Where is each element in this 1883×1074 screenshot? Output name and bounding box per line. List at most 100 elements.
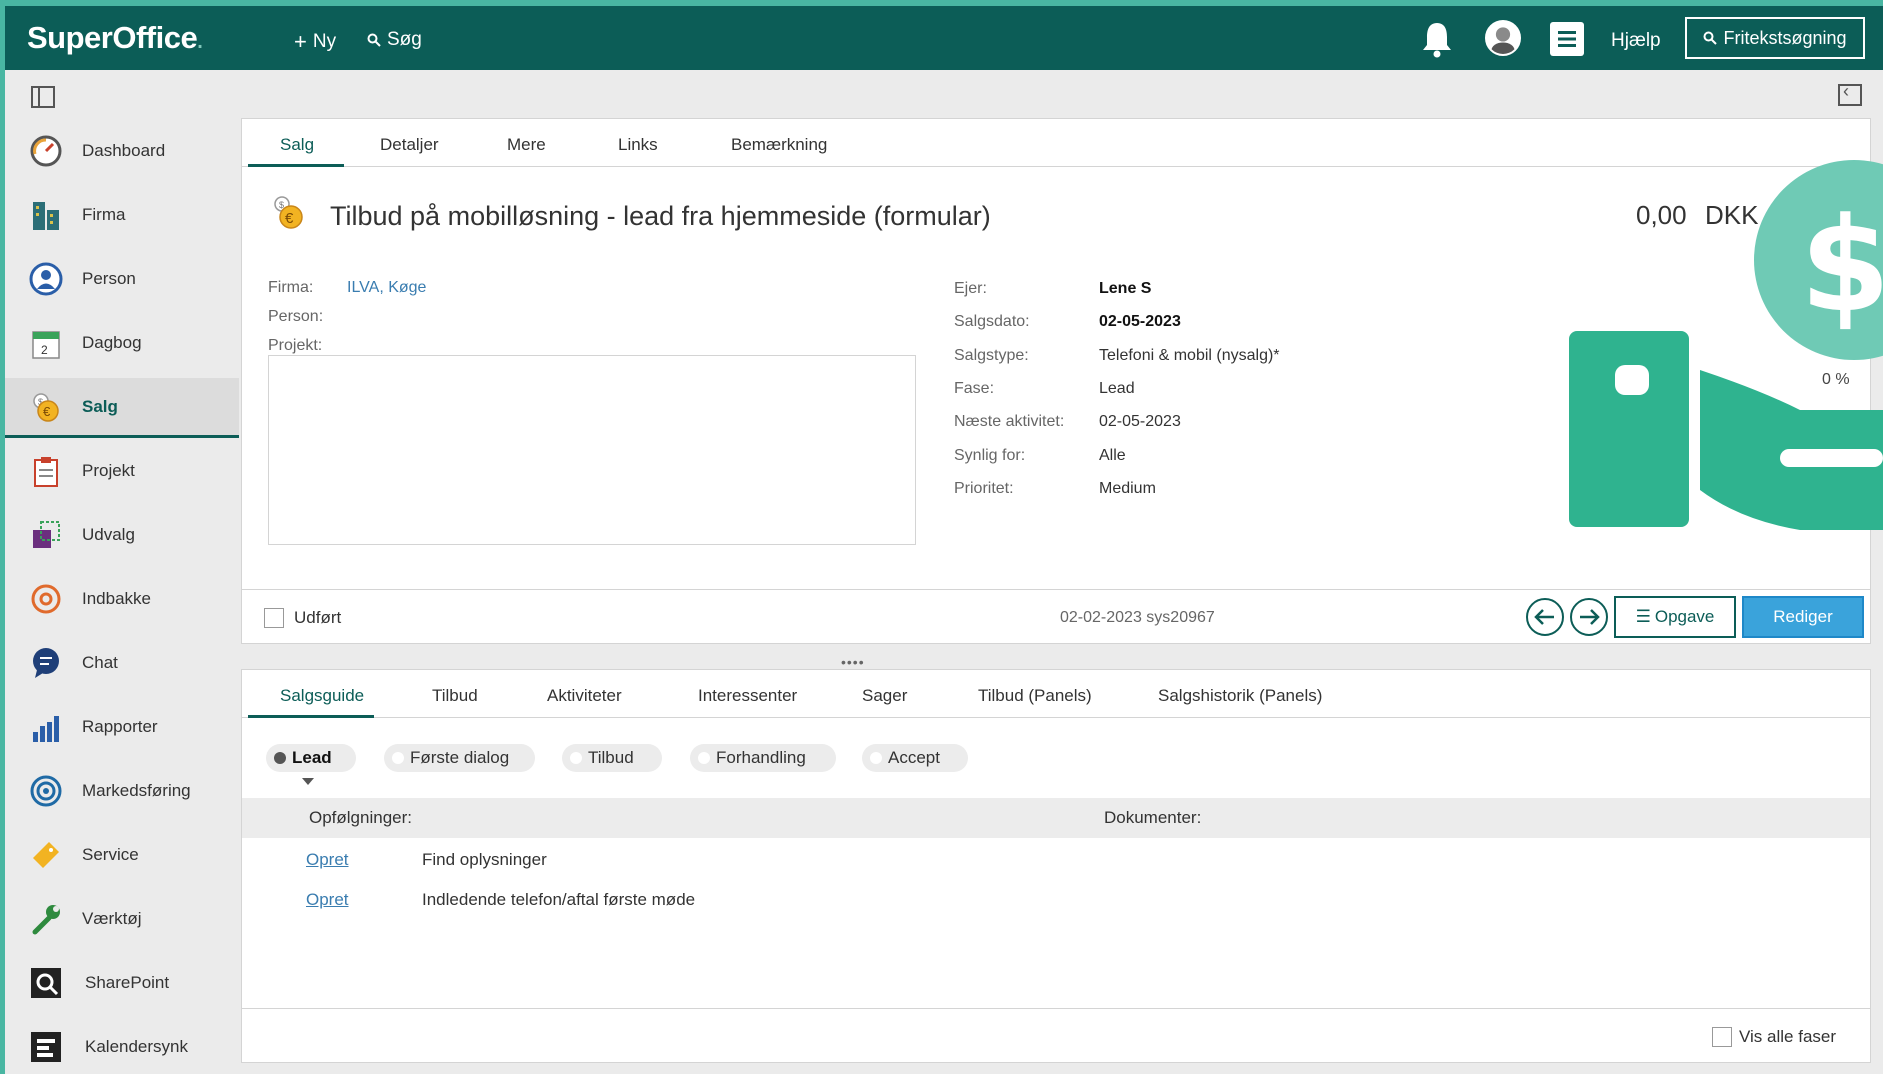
wrench-icon: [32, 905, 60, 935]
next-activity-value: 02-05-2023: [1099, 413, 1181, 430]
sidebar-item-markedsforing[interactable]: Markedsføring: [5, 762, 239, 820]
sidebar-item-label: Person: [82, 269, 136, 288]
sidebar-item-chat[interactable]: Chat: [5, 634, 239, 692]
sales-guide-footer: Vis alle faser: [242, 1008, 1870, 1063]
help-link[interactable]: Hjælp: [1611, 30, 1661, 52]
tab-salg[interactable]: Salg: [280, 135, 314, 155]
sidebar-item-label: Værktøj: [82, 909, 142, 928]
avatar[interactable]: [1485, 20, 1521, 56]
tab-aktiviteter[interactable]: Aktiviteter: [547, 686, 622, 706]
target-icon: [30, 775, 62, 807]
coins-icon: $€: [274, 196, 303, 229]
priority-label: Prioritet:: [954, 480, 1014, 497]
create-task-link[interactable]: Opret: [306, 890, 349, 910]
sharepoint-icon: [31, 968, 61, 998]
sidebar-item-dashboard[interactable]: Dashboard: [5, 122, 239, 180]
edit-button[interactable]: Rediger: [1742, 596, 1864, 638]
task-text: Find oplysninger: [422, 850, 547, 869]
task-button-label: Opgave: [1654, 607, 1715, 626]
bell-icon[interactable]: [1420, 20, 1454, 58]
search-icon: [367, 33, 381, 47]
sidebar-item-service[interactable]: Service: [5, 826, 239, 884]
sale-card-footer: Udført 02-02-2023 sys20967 ☰ Opgave Redi…: [242, 589, 1870, 644]
sidebar-item-indbakke[interactable]: Indbakke: [5, 570, 239, 628]
sidebar-item-label: Salg: [82, 397, 118, 416]
next-activity-label: Næste aktivitet:: [954, 413, 1065, 430]
firma-label: Firma:: [268, 279, 314, 296]
sidebar-item-label: Chat: [82, 653, 118, 672]
previous-button[interactable]: [1526, 598, 1564, 636]
sidebar-item-dagbog[interactable]: 2 Dagbog: [5, 314, 239, 372]
list-item: Opret Find oplysninger: [242, 842, 1870, 876]
next-button[interactable]: [1570, 598, 1608, 636]
menu-icon: [1558, 31, 1576, 47]
tab-links[interactable]: Links: [618, 135, 658, 155]
stage-accept[interactable]: Accept: [862, 744, 968, 772]
sidebar-item-firma[interactable]: Firma: [5, 186, 239, 244]
stage-lead[interactable]: Lead: [266, 744, 356, 772]
calendar-icon: 2: [32, 331, 60, 359]
tab-interessenter[interactable]: Interessenter: [698, 686, 797, 706]
firma-link[interactable]: ILVA, Køge: [347, 279, 426, 297]
stage-tilbud[interactable]: Tilbud: [562, 744, 662, 772]
new-button[interactable]: + Ny: [294, 29, 336, 55]
active-tab-indicator: [248, 715, 374, 718]
stage-caret-icon: [302, 778, 314, 785]
done-checkbox[interactable]: [264, 608, 284, 628]
sidebar-item-vaerktoj[interactable]: Værktøj: [5, 890, 239, 948]
sidebar-item-projekt[interactable]: Projekt: [5, 442, 239, 500]
show-all-stages-checkbox[interactable]: [1712, 1027, 1732, 1047]
tab-tilbud-panels[interactable]: Tilbud (Panels): [978, 686, 1092, 706]
sidebar-item-label: Indbakke: [82, 589, 151, 608]
tab-detaljer[interactable]: Detaljer: [380, 135, 439, 155]
active-tab-indicator: [248, 164, 344, 167]
sale-type-value: Telefoni & mobil (nysalg)*: [1099, 347, 1280, 364]
sidebar-toggle-icon[interactable]: [31, 86, 55, 108]
create-task-link[interactable]: Opret: [306, 850, 349, 870]
sales-guide-panel: Salgsguide Tilbud Aktiviteter Interessen…: [241, 669, 1871, 1063]
user-photo-icon: [1491, 27, 1515, 54]
sales-illustration-icon: $: [1569, 160, 1883, 530]
tab-salgsguide[interactable]: Salgsguide: [280, 686, 364, 706]
tab-tilbud[interactable]: Tilbud: [432, 686, 478, 706]
search-label: Søg: [387, 29, 422, 50]
sidebar-item-label: Markedsføring: [82, 781, 191, 800]
person-icon: [29, 262, 63, 296]
tab-mere[interactable]: Mere: [507, 135, 546, 155]
stage-forste-dialog[interactable]: Første dialog: [384, 744, 535, 772]
ticket-icon: [33, 842, 59, 868]
sidebar-item-label: Udvalg: [82, 525, 135, 544]
sidebar: Dashboard Firma Person 2 Dagbog $ € Salg …: [5, 70, 239, 1074]
clipboard-icon: [34, 457, 58, 487]
panel-splitter[interactable]: ••••: [841, 654, 865, 670]
owner-label: Ejer:: [954, 280, 987, 297]
selection-icon: [33, 521, 60, 548]
plus-icon: +: [294, 29, 307, 54]
sidebar-item-label: Service: [82, 845, 139, 864]
stage-forhandling[interactable]: Forhandling: [690, 744, 836, 772]
sidebar-item-udvalg[interactable]: Udvalg: [5, 506, 239, 564]
tab-bemaerkning[interactable]: Bemærkning: [731, 135, 827, 155]
done-label: Udført: [294, 608, 342, 627]
logo-text: SuperOffice: [27, 20, 198, 55]
arrow-left-icon: [1534, 609, 1554, 625]
main-menu-button[interactable]: [1550, 22, 1584, 56]
top-bar: SuperOffice. + Ny Søg Hjælp Fritekstsøgn…: [5, 6, 1883, 70]
sidebar-item-kalendersynk[interactable]: Kalendersynk: [5, 1018, 239, 1074]
description-textarea[interactable]: [268, 355, 916, 545]
search-button[interactable]: Søg: [367, 29, 422, 51]
task-button[interactable]: ☰ Opgave: [1614, 596, 1736, 638]
task-text: Indledende telefon/aftal første møde: [422, 890, 696, 909]
sidebar-item-label: Dagbog: [82, 333, 142, 352]
sidebar-item-salg[interactable]: $ € Salg: [5, 378, 239, 438]
stage-value: Lead: [1099, 380, 1135, 397]
sale-title: Tilbud på mobilløsning - lead fra hjemme…: [330, 201, 991, 231]
logo[interactable]: SuperOffice.: [27, 20, 203, 56]
tab-salgshistorik-panels[interactable]: Salgshistorik (Panels): [1158, 686, 1322, 706]
sidebar-item-sharepoint[interactable]: SharePoint: [5, 954, 239, 1012]
right-panel-toggle-icon[interactable]: [1838, 81, 1862, 106]
sidebar-item-rapporter[interactable]: Rapporter: [5, 698, 239, 756]
tab-sager[interactable]: Sager: [862, 686, 907, 706]
freetext-search-button[interactable]: Fritekstsøgning: [1685, 17, 1865, 59]
sidebar-item-person[interactable]: Person: [5, 250, 239, 308]
